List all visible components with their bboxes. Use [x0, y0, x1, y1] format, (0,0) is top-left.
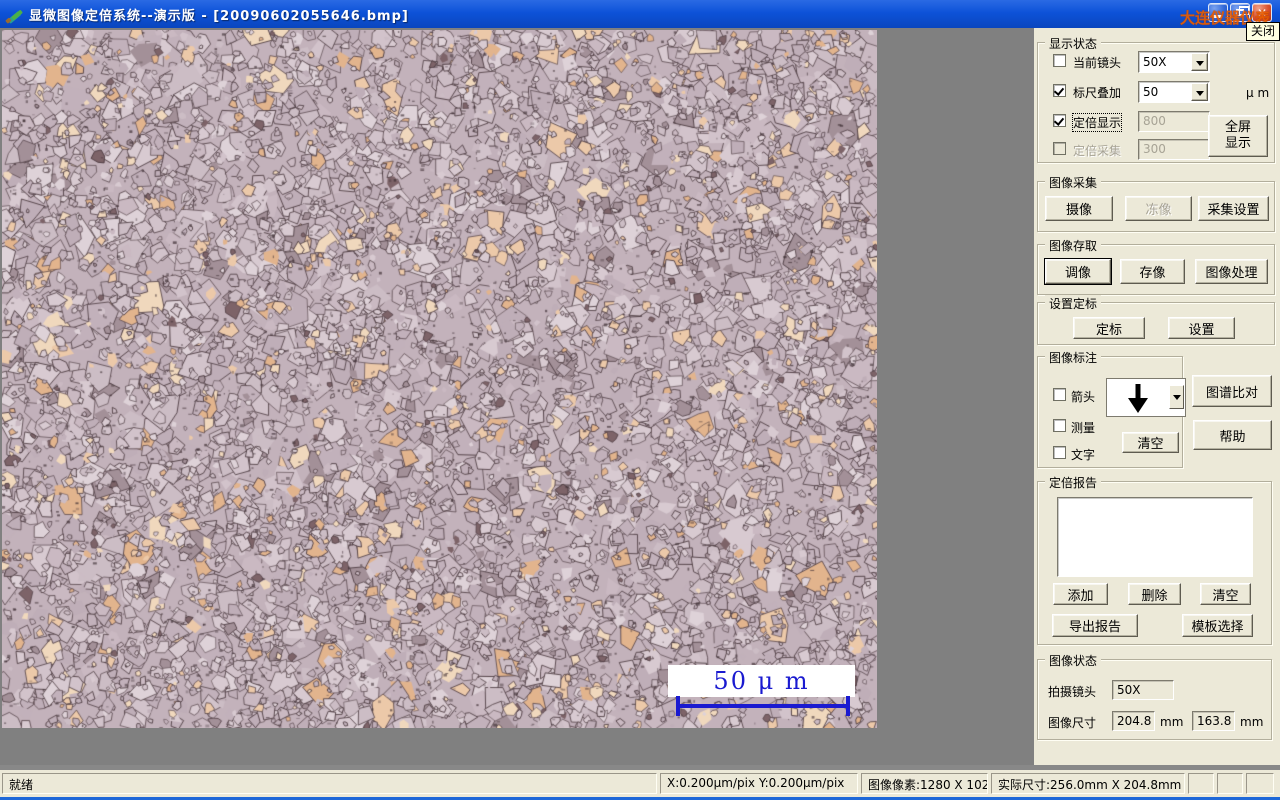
minimize-button[interactable] — [1208, 3, 1228, 22]
micrograph-image[interactable]: 50 μ m — [2, 30, 877, 728]
text-checkbox[interactable] — [1053, 446, 1066, 459]
image-height-field: 163.8 — [1192, 711, 1235, 731]
image-width-unit: mm — [1160, 715, 1184, 729]
group-title: 设置定标 — [1045, 295, 1102, 312]
scale-unit-label: μ m — [1246, 86, 1270, 100]
status-bar: 就绪 X:0.200μm/pix Y:0.200μm/pix 图像像素:1280… — [0, 765, 1280, 797]
micrograph-canvas — [2, 30, 877, 728]
control-panel: 显示状态 当前镜头 50X 标尺叠加 50 μ m 定倍显示 800 定倍采集 … — [1034, 28, 1280, 765]
down-arrow-icon — [1128, 384, 1148, 413]
close-icon: ✕ — [1256, 6, 1268, 20]
status-spacer-3 — [1246, 773, 1274, 794]
scalebar-line — [676, 696, 850, 716]
fixed-capture-input: 300 — [1138, 139, 1210, 160]
report-listbox[interactable] — [1057, 497, 1253, 577]
fixed-capture-label: 定倍采集 — [1073, 144, 1122, 158]
window-title: 显微图像定倍系统--演示版 - [20090602055646.bmp] — [29, 8, 409, 24]
atlas-compare-button[interactable]: 图谱比对 — [1192, 375, 1272, 407]
image-width-field: 204.8 — [1112, 711, 1155, 731]
title-bar: 显微图像定倍系统--演示版 - [20090602055646.bmp] ✕ — [0, 0, 1280, 28]
template-select-button[interactable]: 模板选择 — [1182, 614, 1253, 637]
capture-lens-field: 50X — [1112, 680, 1174, 700]
current-lens-checkbox[interactable] — [1053, 54, 1066, 67]
current-lens-combo[interactable]: 50X — [1138, 51, 1210, 73]
save-image-button[interactable]: 存像 — [1120, 259, 1185, 284]
report-add-button[interactable]: 添加 — [1053, 583, 1108, 605]
group-title: 图像采集 — [1045, 174, 1102, 191]
capture-button[interactable]: 摄像 — [1045, 196, 1113, 221]
image-processing-button[interactable]: 图像处理 — [1195, 259, 1268, 284]
arrow-style-combo[interactable] — [1106, 378, 1186, 417]
arrow-label: 箭头 — [1071, 390, 1096, 404]
freeze-button: 冻像 — [1125, 196, 1192, 221]
minimize-icon — [1213, 15, 1222, 18]
calibrate-button[interactable]: 定标 — [1073, 317, 1145, 339]
scalebar-label: 50 μ m — [713, 667, 810, 695]
scale-overlay-checkbox[interactable] — [1053, 84, 1066, 97]
group-title: 定倍报告 — [1045, 474, 1102, 491]
image-height-unit: mm — [1240, 715, 1264, 729]
scale-overlay-combo[interactable]: 50 — [1138, 81, 1210, 103]
scale-overlay-value: 50 — [1143, 85, 1159, 99]
close-button[interactable]: ✕ — [1252, 3, 1272, 22]
group-title: 图像标注 — [1045, 349, 1102, 366]
report-delete-button[interactable]: 删除 — [1128, 583, 1181, 605]
text-label: 文字 — [1071, 448, 1096, 462]
annotation-clear-button[interactable]: 清空 — [1122, 432, 1179, 453]
chevron-down-icon[interactable] — [1191, 53, 1208, 71]
fixed-display-label: 定倍显示 — [1071, 113, 1123, 132]
help-button[interactable]: 帮助 — [1193, 420, 1272, 450]
fullscreen-button-line1: 全屏 — [1224, 120, 1251, 135]
app-window: 显微图像定倍系统--演示版 - [20090602055646.bmp] ✕ 大… — [0, 0, 1280, 800]
report-clear-button[interactable]: 清空 — [1200, 583, 1251, 605]
fullscreen-button[interactable]: 全屏 显示 — [1208, 115, 1268, 157]
chevron-down-icon[interactable] — [1169, 385, 1184, 409]
app-icon — [5, 9, 23, 23]
fixed-display-checkbox[interactable] — [1053, 114, 1066, 127]
status-actual-size: 实际尺寸:256.0mm X 204.8mm — [991, 773, 1185, 794]
current-lens-value: 50X — [1143, 55, 1167, 69]
measure-checkbox[interactable] — [1053, 419, 1066, 432]
restore-button[interactable] — [1230, 3, 1250, 22]
image-size-label: 图像尺寸 — [1048, 716, 1097, 730]
status-spacer-2 — [1217, 773, 1243, 794]
close-tooltip: 关闭 — [1246, 22, 1280, 41]
group-title: 图像存取 — [1045, 237, 1102, 254]
export-report-button[interactable]: 导出报告 — [1052, 614, 1138, 637]
arrow-checkbox[interactable] — [1053, 388, 1066, 401]
status-pixel-scale: X:0.200μm/pix Y:0.200μm/pix — [660, 773, 858, 794]
status-ready: 就绪 — [2, 773, 657, 794]
restore-icon — [1236, 6, 1249, 16]
fixed-capture-checkbox — [1053, 142, 1066, 155]
arrow-style-preview — [1108, 380, 1168, 415]
status-image-pixels: 图像像素:1280 X 1024 — [861, 773, 988, 794]
fixed-display-input: 800 — [1138, 111, 1210, 132]
capture-lens-label: 拍摄镜头 — [1048, 685, 1097, 699]
measure-label: 测量 — [1071, 421, 1096, 435]
group-title: 图像状态 — [1045, 652, 1102, 669]
load-image-button[interactable]: 调像 — [1045, 259, 1111, 284]
chevron-down-icon[interactable] — [1191, 83, 1208, 101]
capture-settings-button[interactable]: 采集设置 — [1198, 196, 1269, 221]
group-title: 显示状态 — [1045, 35, 1102, 52]
scale-overlay-label: 标尺叠加 — [1073, 86, 1122, 100]
scalebar-box: 50 μ m — [668, 665, 855, 697]
fullscreen-button-line2: 显示 — [1224, 136, 1251, 151]
current-lens-label: 当前镜头 — [1073, 56, 1122, 70]
status-spacer-1 — [1188, 773, 1214, 794]
settings-button[interactable]: 设置 — [1168, 317, 1235, 339]
